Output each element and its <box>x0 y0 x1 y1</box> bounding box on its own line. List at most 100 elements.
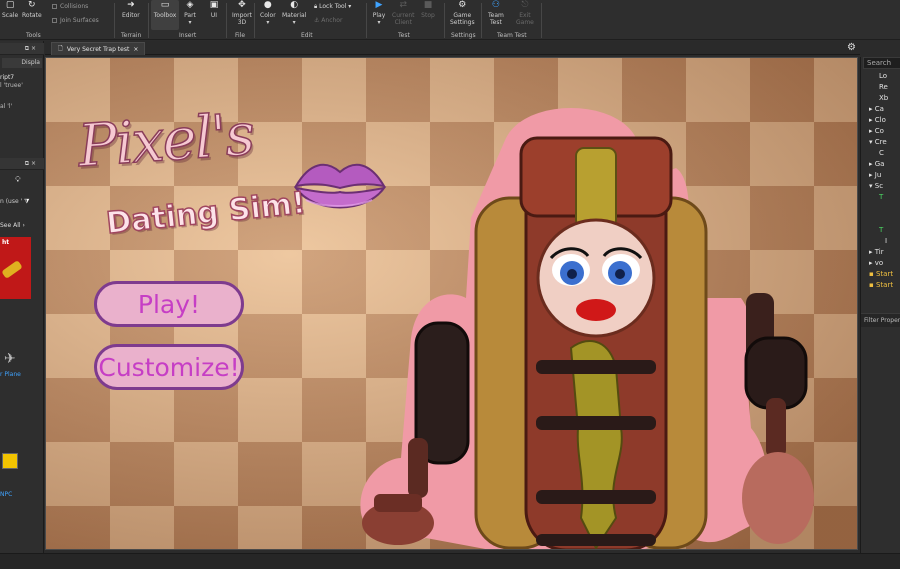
pin-icon[interactable]: ⧉ <box>25 160 29 168</box>
close-icon[interactable]: × <box>133 46 138 53</box>
explorer-item[interactable]: ▪ Start <box>869 280 893 291</box>
expand-arrow-icon[interactable]: ▾ <box>869 182 873 190</box>
ribbon-divider <box>148 3 149 38</box>
document-tab-bar: 🗋︎ Very Secret Trap test × ⚙ <box>45 41 860 55</box>
expand-arrow-icon[interactable]: ▸ <box>869 248 873 256</box>
game-viewport[interactable]: Pixel's Dating Sim! Play! Customize! <box>45 57 858 550</box>
team-test-button[interactable]: ⚇ Team Test <box>488 0 504 26</box>
customize-menu-button[interactable]: Customize! <box>94 344 244 390</box>
see-all-link[interactable]: See All › <box>0 222 25 229</box>
group-edit: Edit <box>301 32 313 39</box>
expand-arrow-icon[interactable]: ▾ <box>869 138 873 146</box>
explorer-search-input[interactable]: Search <box>863 57 900 69</box>
part-button[interactable]: ◈ Part ▾ <box>183 0 197 26</box>
group-test: Test <box>398 32 410 39</box>
chevron-down-icon: ▾ <box>348 3 352 10</box>
checkbox-icon <box>52 4 57 9</box>
terrain-editor-icon: ➜ <box>127 0 135 10</box>
group-file: File <box>235 32 246 39</box>
expand-arrow-icon[interactable]: ▸ <box>869 160 873 168</box>
part-cube-icon: ◈ <box>186 0 194 10</box>
pin-icon[interactable]: ⧉ <box>25 45 29 53</box>
explorer-item[interactable]: I <box>885 236 887 247</box>
lock-tool-button[interactable]: 🔒︎ Lock Tool ▾ <box>314 3 351 11</box>
ui-frame-icon: ▣ <box>209 0 219 10</box>
panel1-tab-label[interactable]: Displa <box>2 58 42 68</box>
asset-thumbnail-plane[interactable]: ✈ r Plane <box>0 341 32 381</box>
group-terrain: Terrain <box>121 32 142 39</box>
scale-button[interactable]: ▢ Scale <box>2 0 18 19</box>
toolbox-button[interactable]: ▭ Toolbox <box>151 0 179 30</box>
expand-arrow-icon[interactable]: ▸ <box>869 127 873 135</box>
play-button[interactable]: ▶ Play ▾ <box>372 0 386 26</box>
ui-button[interactable]: ▣ UI <box>207 0 221 19</box>
gear-icon[interactable]: ⚙ <box>847 42 856 53</box>
rotate-icon: ↻ <box>28 0 36 10</box>
expand-arrow-icon[interactable]: ▸ <box>869 105 873 113</box>
explorer-item[interactable]: T <box>879 225 883 236</box>
explorer-item[interactable]: ▸ Tir <box>869 247 884 258</box>
explorer-item[interactable]: ▸ Ju <box>869 170 881 181</box>
import-3d-icon: ✥ <box>238 0 246 10</box>
ribbon-divider <box>254 3 255 38</box>
join-surfaces-toggle[interactable]: Join Surfaces <box>52 17 99 24</box>
script-line: l 'truee' <box>0 82 23 89</box>
expand-arrow-icon[interactable]: ▸ <box>869 116 873 124</box>
material-icon: ◐ <box>290 0 299 10</box>
lightbulb-icon: 💡︎ <box>15 175 21 184</box>
explorer-item[interactable]: Xb <box>879 93 888 104</box>
stop-button[interactable]: ■ Stop <box>421 0 435 19</box>
filter-properties-input[interactable]: Filter Proper <box>861 313 900 327</box>
ribbon-divider <box>366 3 367 38</box>
flashlight-icon <box>1 260 23 279</box>
explorer-item[interactable]: ▾ Sc <box>869 181 883 192</box>
editor-button[interactable]: ➜ Editor <box>122 0 140 19</box>
folder-icon: ▪ <box>869 270 874 278</box>
plane-icon: ✈ <box>4 351 16 367</box>
close-icon[interactable]: × <box>31 160 36 167</box>
game-settings-button[interactable]: ⚙ Game Settings <box>450 0 475 26</box>
expand-arrow-icon[interactable]: ▸ <box>869 171 873 179</box>
explorer-item[interactable]: ▪ Start <box>869 269 893 280</box>
toolbox-search-input[interactable]: n (use ' ⧩ <box>0 198 30 206</box>
explorer-item[interactable]: ▸ Ga <box>869 159 884 170</box>
explorer-item[interactable]: Lo <box>879 71 887 82</box>
play-menu-button[interactable]: Play! <box>94 281 244 327</box>
panel-tab-toolbox[interactable]: ⧉ × <box>0 158 44 170</box>
client-switch-icon: ⇄ <box>399 0 408 10</box>
asset-thumbnail-npc[interactable]: NPC <box>0 449 32 501</box>
explorer-item[interactable]: Re <box>879 82 888 93</box>
explorer-panel: Search Lo Re Xb ▸ Ca ▸ Clo ▸ Co ▾ Cre C … <box>860 57 900 553</box>
ribbon-divider <box>114 3 115 38</box>
explorer-item[interactable]: C <box>879 148 884 159</box>
explorer-item[interactable]: ▸ Ca <box>869 104 884 115</box>
explorer-item[interactable]: T <box>879 192 883 203</box>
explorer-item[interactable]: ▾ Cre <box>869 137 887 148</box>
ribbon-divider <box>226 3 227 38</box>
group-team-test: Team Test <box>497 32 527 39</box>
checkbox-icon <box>52 18 57 23</box>
gear-icon: ⚙ <box>458 0 467 10</box>
import-3d-button[interactable]: ✥ Import 3D <box>232 0 252 26</box>
chevron-down-icon: ▾ <box>377 19 381 26</box>
explorer-item[interactable]: ▸ Co <box>869 126 884 137</box>
material-button[interactable]: ◐ Material ▾ <box>282 0 306 26</box>
chevron-down-icon: ▾ <box>188 19 192 26</box>
tab-very-secret-trap-test[interactable]: 🗋︎ Very Secret Trap test × <box>51 42 146 55</box>
explorer-item[interactable]: ▸ Clo <box>869 115 886 126</box>
asset-thumbnail-flashlight[interactable]: ht <box>0 237 31 299</box>
rotate-button[interactable]: ↻ Rotate <box>22 0 42 19</box>
current-client-button[interactable]: ⇄ Current Client <box>392 0 415 26</box>
close-icon[interactable]: × <box>31 45 36 52</box>
anchor-button[interactable]: ⚓︎ Anchor <box>314 17 342 24</box>
toolbox-icon: ▭ <box>160 0 170 10</box>
exit-game-button[interactable]: ⎋ Exit Game <box>516 0 534 26</box>
explorer-item[interactable]: ▸ vo <box>869 258 883 269</box>
panel-tab-script[interactable]: ⧉ × <box>0 43 44 55</box>
color-button[interactable]: ● Color ▾ <box>260 0 276 26</box>
expand-arrow-icon[interactable]: ▸ <box>869 259 873 267</box>
team-test-icon: ⚇ <box>491 0 500 10</box>
filter-icon[interactable]: ⧩ <box>24 198 29 205</box>
collisions-toggle[interactable]: Collisions <box>52 3 88 10</box>
logo-title: Pixel's <box>75 99 256 181</box>
